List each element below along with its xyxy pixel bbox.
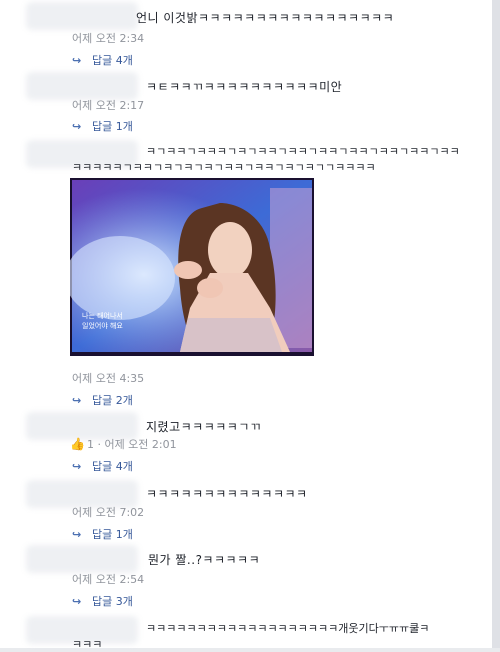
reply-button[interactable]: ↪ 답글 2개: [72, 392, 133, 408]
comment-time[interactable]: 어제 오전 7:02: [72, 504, 144, 520]
avatar-name-blur: [26, 72, 138, 100]
scroll-edge: [492, 0, 500, 648]
like-count[interactable]: 👍 1 · 어제 오전 2:01: [70, 436, 177, 452]
comment-time[interactable]: · 어제 오전 2:01: [97, 438, 176, 451]
photo-caption-line1: 나는 태어나서: [82, 311, 123, 320]
comment-time[interactable]: 어제 오전 2:54: [72, 571, 144, 587]
reply-button[interactable]: ↪ 답글 3개: [72, 593, 133, 609]
comment-text: 뭔가 짤..?ㅋㅋㅋㅋㅋ: [148, 553, 261, 567]
comment-time[interactable]: 어제 오전 2:17: [72, 97, 144, 113]
thumbs-up-icon: 👍: [70, 437, 85, 451]
comment-text: 언니 이것밝ㅋㅋㅋㅋㅋㅋㅋㅋㅋㅋㅋㅋㅋㅋㅋㅋㅋ: [136, 11, 395, 25]
photo-caption-line2: 일었어야 해요: [82, 321, 123, 330]
comment-text-line2: ㅋㅋㅋㅋㅋㄱㅋㅋㄱㅋㄱㅋㄱㅋㄱㅋㅋㄱㅋㅋㄱㅋㄱㅋㄱㄱㅋㅋㅋㅋ: [72, 161, 376, 174]
comment-text: 지렸고ㅋㅋㅋㅋㅋㄱㄲ: [146, 420, 262, 434]
reply-arrow-icon: ↪: [72, 528, 82, 541]
comment-time[interactable]: 어제 오전 4:35: [72, 370, 144, 386]
reply-arrow-icon: ↪: [72, 120, 82, 133]
comment-text-line2: ㅋㅋㅋ: [72, 638, 103, 651]
reply-button[interactable]: ↪ 답글 4개: [72, 52, 133, 68]
comment-text-line1: ㅋㄱㅋㅋㄱㅋㅋㅋㄱㅋㄱㅋㅋㄱㅋㅋㄱㅋㅋㄱㅋㅋㄱㅋㅋㄱㅋㅋㄱㅋㅋ: [146, 145, 460, 158]
reply-button[interactable]: ↪ 답글 4개: [72, 458, 133, 474]
comment-photo[interactable]: 나는 태어나서 일었어야 해요: [70, 178, 314, 356]
comment-text: ㅋㅌㅋㅋㄲㅋㅋㅋㅋㅋㅋㅋㅋㅋㅋ미안: [146, 80, 343, 94]
reply-arrow-icon: ↪: [72, 595, 82, 608]
comment-time[interactable]: 어제 오전 2:34: [72, 30, 144, 46]
reply-arrow-icon: ↪: [72, 394, 82, 407]
reply-button[interactable]: ↪ 답글 1개: [72, 526, 133, 542]
reply-arrow-icon: ↪: [72, 460, 82, 473]
comment-text: ㅋㅋㅋㅋㅋㅋㅋㅋㅋㅋㅋㅋㅋㅋ: [146, 487, 308, 501]
comment-text-line1: ㅋㅋㅋㅋㅋㅋㅋㅋㅋㅋㅋㅋㅋㅋㅋㅋㅋㅋㅋ개웃기다ㅜㅠㅠ쿨ㅋ: [146, 622, 430, 635]
comments-panel: 언니 이것밝ㅋㅋㅋㅋㅋㅋㅋㅋㅋㅋㅋㅋㅋㅋㅋㅋㅋ 어제 오전 2:34 ↪ 답글 4…: [0, 0, 492, 651]
avatar-name-blur: [26, 545, 138, 573]
reply-button[interactable]: ↪ 답글 1개: [72, 118, 133, 134]
avatar-name-blur: [26, 2, 138, 30]
reply-arrow-icon: ↪: [72, 54, 82, 67]
